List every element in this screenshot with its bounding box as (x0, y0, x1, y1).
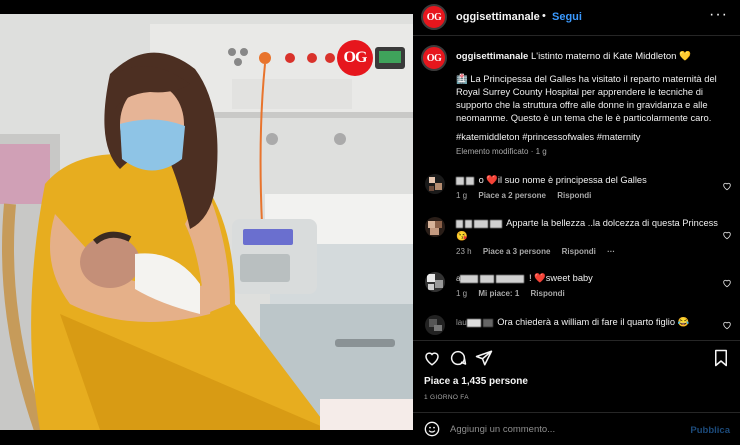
bookmark-icon[interactable] (712, 349, 730, 367)
comment-meta: 23 h Piace a 3 persone Rispondi ··· (456, 247, 624, 256)
follow-button[interactable]: Segui (552, 11, 582, 23)
caption-title-line: oggisettimanale L'istinto materno di Kat… (456, 50, 731, 63)
heart-icon[interactable] (722, 181, 732, 191)
comment-likes[interactable]: Mi piace: 1 (478, 289, 519, 298)
redacted-username (482, 318, 493, 327)
post-photo[interactable]: OG (0, 14, 413, 430)
emoji-icon[interactable] (424, 421, 440, 437)
og-logo: OG (337, 40, 373, 76)
comment-likes[interactable]: Piace a 2 persone (478, 191, 546, 200)
post-header: OG oggisettimanale • Segui ··· (413, 0, 740, 36)
post-actions-bar (413, 340, 740, 374)
comment-text: o ❤️il suo nome è principessa del Galles (456, 174, 718, 187)
add-comment-bar: Pubblica (413, 412, 740, 445)
caption-body: 🏥 La Principessa del Galles ha visitato … (456, 73, 717, 123)
post-side-panel: OG oggisettimanale • Segui ··· OG oggise… (413, 0, 740, 445)
likes-count[interactable]: Piace a 1,435 persone (424, 376, 528, 387)
comment-text: Apparte la bellezza ..la dolcezza di que… (456, 217, 718, 243)
reply-button[interactable]: Rispondi (531, 289, 565, 298)
redacted-username (496, 274, 525, 283)
redacted-username (460, 274, 479, 283)
account-avatar[interactable]: OG (421, 4, 447, 30)
comment-age: 1 g (456, 191, 468, 200)
comment-body: o ❤️il suo nome è principessa del Galles (478, 175, 647, 185)
redacted-username (456, 219, 463, 228)
send-icon[interactable] (475, 349, 493, 367)
reply-button[interactable]: Rispondi (557, 191, 591, 200)
photo-illustration (0, 14, 413, 430)
caption-title: L'istinto materno di Kate Middleton 💛 (530, 51, 691, 62)
post-date: 1 GIORNO FA (424, 394, 469, 401)
redacted-username (466, 318, 481, 327)
redacted-username: lau (456, 318, 467, 327)
comment-more-icon[interactable]: ··· (607, 247, 615, 256)
publish-button[interactable]: Pubblica (690, 425, 730, 436)
comment-age: 23 h (456, 247, 472, 256)
heart-icon[interactable] (722, 320, 732, 330)
comment-avatar[interactable] (425, 315, 445, 335)
comment-text: a ! ❤️sweet baby (456, 272, 718, 285)
comment-meta: 1 g Mi piace: 1 Rispondi (456, 289, 574, 298)
comment-avatar[interactable] (425, 174, 445, 194)
comment-icon[interactable] (449, 349, 467, 367)
comment-meta: 1 g Piace a 2 persone Rispondi (456, 191, 600, 200)
caption-avatar[interactable]: OG (421, 45, 447, 71)
caption-username[interactable]: oggisettimanale (456, 51, 528, 62)
redacted-username (474, 219, 488, 228)
heart-icon[interactable] (423, 349, 441, 367)
comment-body: ! ❤️sweet baby (529, 273, 593, 283)
redacted-username (466, 176, 474, 185)
redacted-username (480, 274, 495, 283)
comment-text: lau Ora chiederà a william di fare il qu… (456, 316, 718, 329)
redacted-username (490, 219, 502, 228)
comment-avatar[interactable] (425, 272, 445, 292)
comment-input[interactable] (450, 419, 680, 439)
reply-button[interactable]: Rispondi (562, 247, 596, 256)
comment-avatar[interactable] (425, 217, 445, 237)
heart-icon[interactable] (722, 278, 732, 288)
redacted-username (456, 176, 464, 185)
comment-age: 1 g (456, 289, 468, 298)
heart-icon[interactable] (722, 230, 732, 240)
header-separator: • (542, 10, 546, 22)
comment-body: Ora chiederà a william di fare il quarto… (497, 317, 690, 327)
comment-likes[interactable]: Piace a 3 persone (483, 247, 551, 256)
redacted-username (465, 219, 472, 228)
account-username[interactable]: oggisettimanale (456, 11, 540, 23)
more-options-icon[interactable]: ··· (709, 6, 728, 24)
caption-edited-meta: Elemento modificato · 1 g (456, 147, 547, 156)
caption-hashtags[interactable]: #katemiddleton #princessofwales #materni… (456, 130, 731, 143)
